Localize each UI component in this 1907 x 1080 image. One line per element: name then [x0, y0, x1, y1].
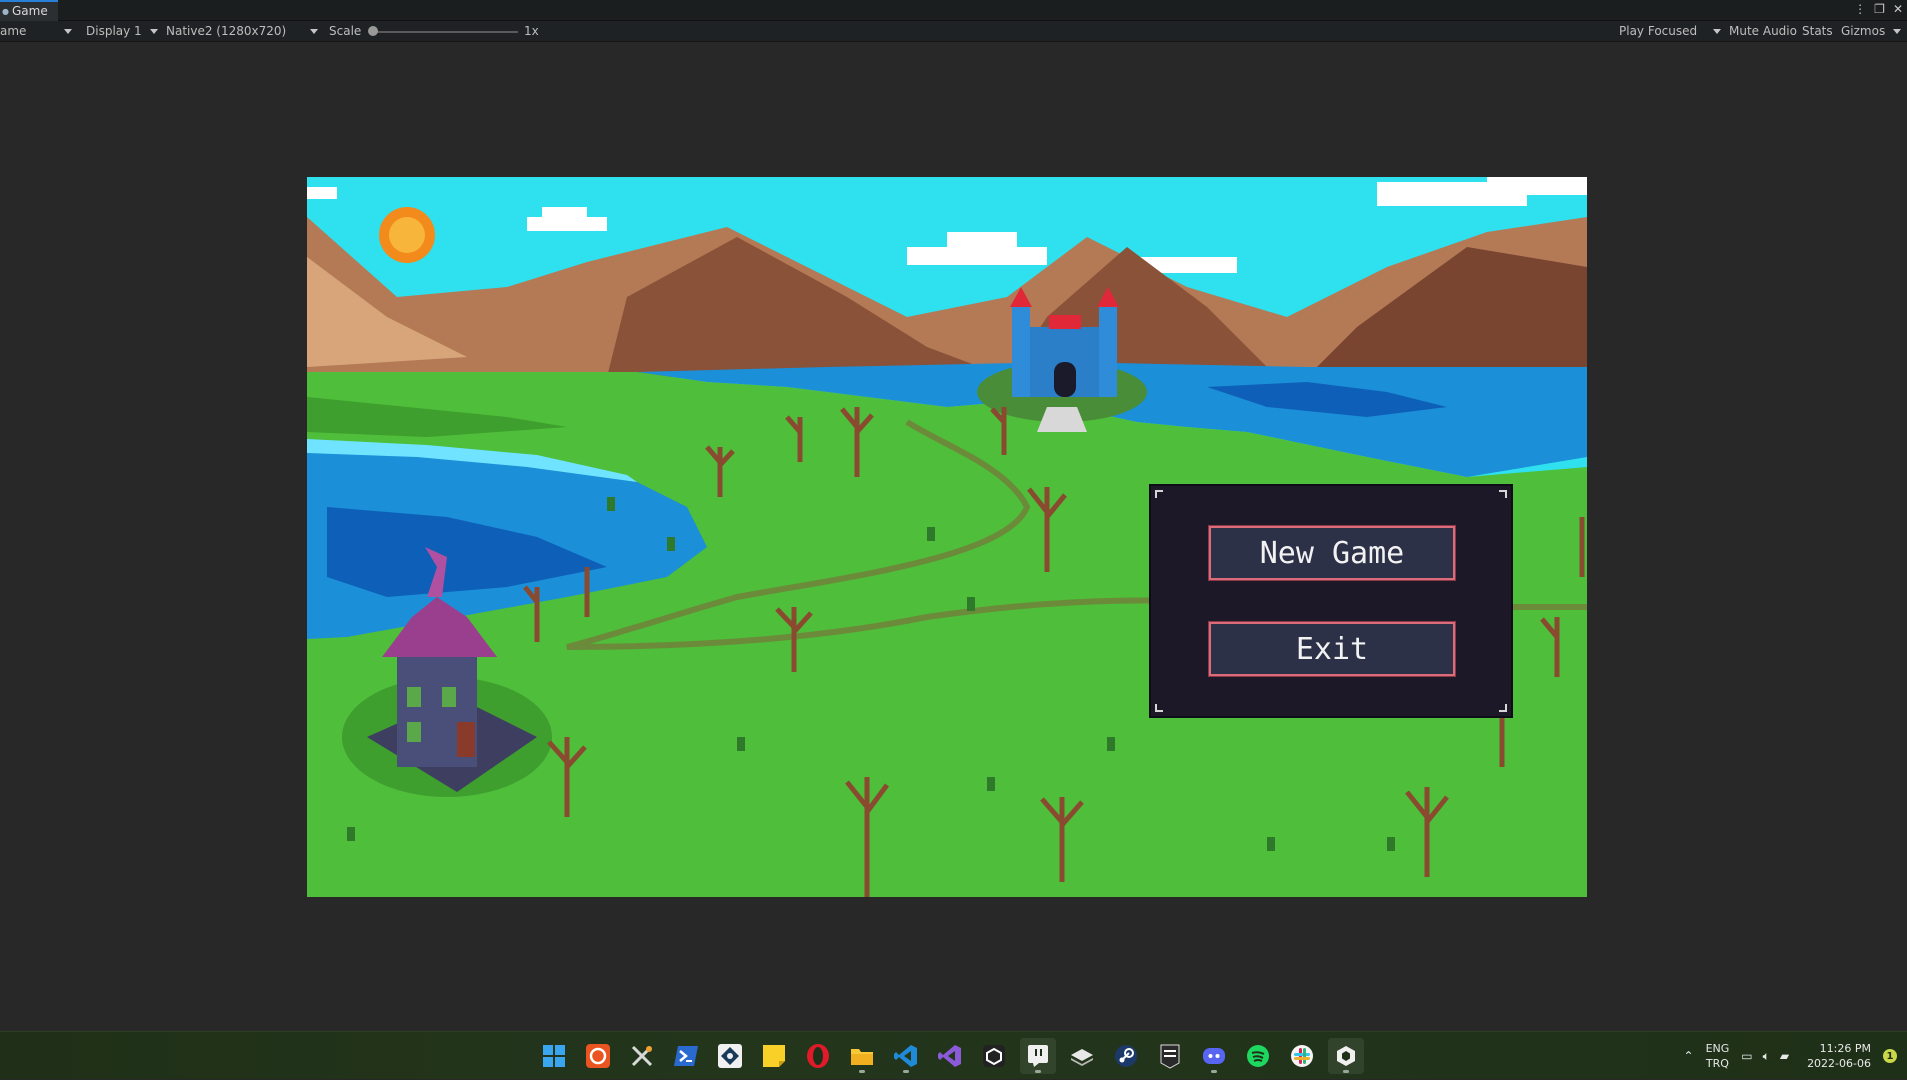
- scale-label: Scale: [329, 24, 362, 38]
- battery-icon[interactable]: ▰: [1780, 1049, 1789, 1064]
- close-icon[interactable]: ✕: [1893, 2, 1903, 19]
- exit-button[interactable]: Exit: [1208, 621, 1456, 677]
- windows-taskbar: ⌃ ENG TRQ ▭ 🔈︎ ▰ 11:26 PM 2022-06-06 1: [0, 1031, 1907, 1079]
- tools-icon[interactable]: [624, 1038, 660, 1074]
- epic-games-icon[interactable]: [1152, 1038, 1188, 1074]
- slack-icon[interactable]: [1284, 1038, 1320, 1074]
- unity-hub-icon[interactable]: [976, 1038, 1012, 1074]
- chevron-down-icon[interactable]: [150, 29, 158, 34]
- clock[interactable]: 11:26 PM 2022-06-06: [1807, 1041, 1871, 1071]
- github-icon[interactable]: [712, 1038, 748, 1074]
- vscode-icon[interactable]: [888, 1038, 924, 1074]
- opera-icon[interactable]: [800, 1038, 836, 1074]
- notification-badge[interactable]: 1: [1883, 1049, 1897, 1063]
- stats-button[interactable]: Stats: [1802, 21, 1833, 42]
- itch-icon[interactable]: [1064, 1038, 1100, 1074]
- panel-corner: [1155, 490, 1163, 498]
- chevron-down-icon[interactable]: [310, 29, 318, 34]
- main-menu-panel: New Game Exit: [1149, 484, 1513, 718]
- clock-date: 2022-06-06: [1807, 1057, 1871, 1070]
- twitch-icon[interactable]: [1020, 1038, 1056, 1074]
- panel-corner: [1499, 704, 1507, 712]
- chevron-down-icon[interactable]: [64, 29, 72, 34]
- maximize-icon[interactable]: ❐: [1874, 2, 1885, 19]
- game-view-toolbar: ame Display 1 Native2 (1280x720) Scale 1…: [0, 21, 1907, 42]
- active-indicator: [859, 1070, 865, 1073]
- unity-icon[interactable]: [1328, 1038, 1364, 1074]
- panel-corner: [1155, 704, 1163, 712]
- visual-studio-icon[interactable]: [932, 1038, 968, 1074]
- window-controls: ⋮ ❐ ✕: [1854, 2, 1903, 19]
- panel-corner: [1499, 490, 1507, 498]
- discord-icon[interactable]: [1196, 1038, 1232, 1074]
- spotify-icon[interactable]: [1240, 1038, 1276, 1074]
- network-icon[interactable]: ▭: [1741, 1049, 1752, 1064]
- ubuntu-icon[interactable]: [580, 1038, 616, 1074]
- scale-value: 1x: [524, 24, 539, 38]
- system-tray: ⌃ ENG TRQ ▭ 🔈︎ ▰ 11:26 PM 2022-06-06 1: [1684, 1032, 1907, 1080]
- file-explorer-icon[interactable]: [844, 1038, 880, 1074]
- chevron-down-icon[interactable]: [1713, 29, 1721, 34]
- active-indicator: [1035, 1070, 1041, 1073]
- language-top: ENG: [1705, 1042, 1730, 1055]
- active-indicator: [1211, 1070, 1217, 1073]
- scale-slider-track[interactable]: [372, 31, 518, 33]
- clock-time: 11:26 PM: [1819, 1042, 1871, 1055]
- play-mode-dropdown[interactable]: Play Focused: [1619, 21, 1697, 42]
- chevron-up-icon[interactable]: ⌃: [1684, 1049, 1694, 1063]
- mute-audio-button[interactable]: Mute Audio: [1729, 21, 1797, 42]
- taskbar-apps: [536, 1032, 1364, 1080]
- sticky-notes-icon[interactable]: [756, 1038, 792, 1074]
- steam-icon[interactable]: [1108, 1038, 1144, 1074]
- active-indicator: [1343, 1070, 1349, 1073]
- powershell-icon[interactable]: [668, 1038, 704, 1074]
- tab-game-label: Game: [11, 4, 48, 18]
- language-bottom: TRQ: [1705, 1057, 1729, 1070]
- display-dropdown[interactable]: Display 1: [86, 21, 142, 42]
- scale-slider-thumb[interactable]: [368, 26, 378, 36]
- game-controller-icon: ●: [2, 7, 9, 16]
- game-view-dropdown[interactable]: ame: [0, 21, 26, 42]
- language-indicator[interactable]: ENG TRQ: [1706, 1041, 1730, 1071]
- more-options-icon[interactable]: ⋮: [1854, 2, 1866, 19]
- chevron-down-icon[interactable]: [1893, 29, 1901, 34]
- game-viewport[interactable]: New Game Exit: [307, 177, 1587, 897]
- windows-start-icon[interactable]: [536, 1038, 572, 1074]
- editor-tab-bar: ● Game ⋮ ❐ ✕: [0, 0, 1907, 21]
- tab-game[interactable]: ● Game: [0, 0, 58, 21]
- volume-icon[interactable]: 🔈︎: [1763, 1049, 1770, 1064]
- new-game-button[interactable]: New Game: [1208, 525, 1456, 581]
- tray-system-icons: ▭ 🔈︎ ▰: [1741, 1049, 1789, 1064]
- gizmos-button[interactable]: Gizmos: [1841, 21, 1885, 42]
- active-indicator: [903, 1070, 909, 1073]
- resolution-dropdown[interactable]: Native2 (1280x720): [166, 21, 286, 42]
